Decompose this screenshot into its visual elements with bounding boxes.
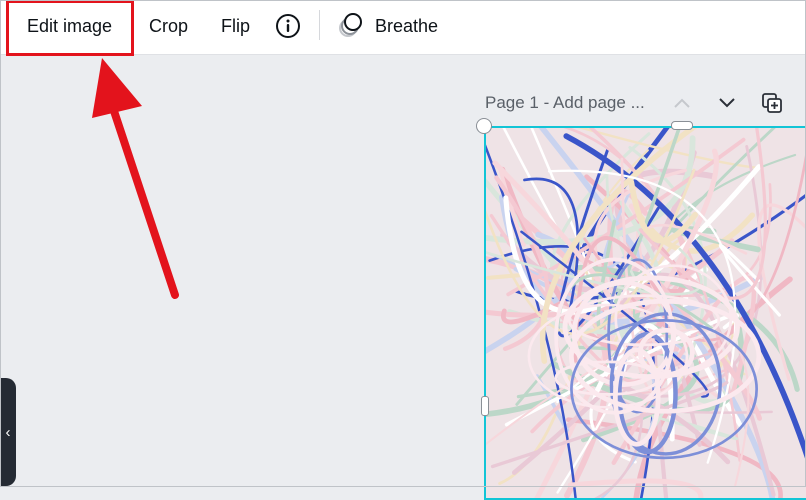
info-icon[interactable] xyxy=(275,13,301,39)
page-title[interactable]: Page 1 - Add page ... xyxy=(485,93,645,113)
duplicate-page-icon[interactable] xyxy=(761,92,783,114)
flip-button[interactable]: Flip xyxy=(221,0,250,52)
chevron-up-icon[interactable] xyxy=(672,94,692,112)
rotate-resize-handle[interactable] xyxy=(476,118,492,134)
left-resize-handle[interactable] xyxy=(481,396,489,416)
side-panel-toggle[interactable]: ‹ xyxy=(0,378,16,486)
chevron-down-icon[interactable] xyxy=(717,94,737,112)
crop-button[interactable]: Crop xyxy=(149,0,188,52)
design-canvas-image[interactable] xyxy=(484,126,806,500)
edit-image-highlight-box xyxy=(6,0,134,56)
breathe-effect-icon[interactable] xyxy=(337,11,365,39)
toolbar-divider xyxy=(319,10,320,40)
red-arrow-annotation xyxy=(80,55,200,310)
breathe-button[interactable]: Breathe xyxy=(375,0,438,52)
top-resize-handle[interactable] xyxy=(671,121,693,130)
